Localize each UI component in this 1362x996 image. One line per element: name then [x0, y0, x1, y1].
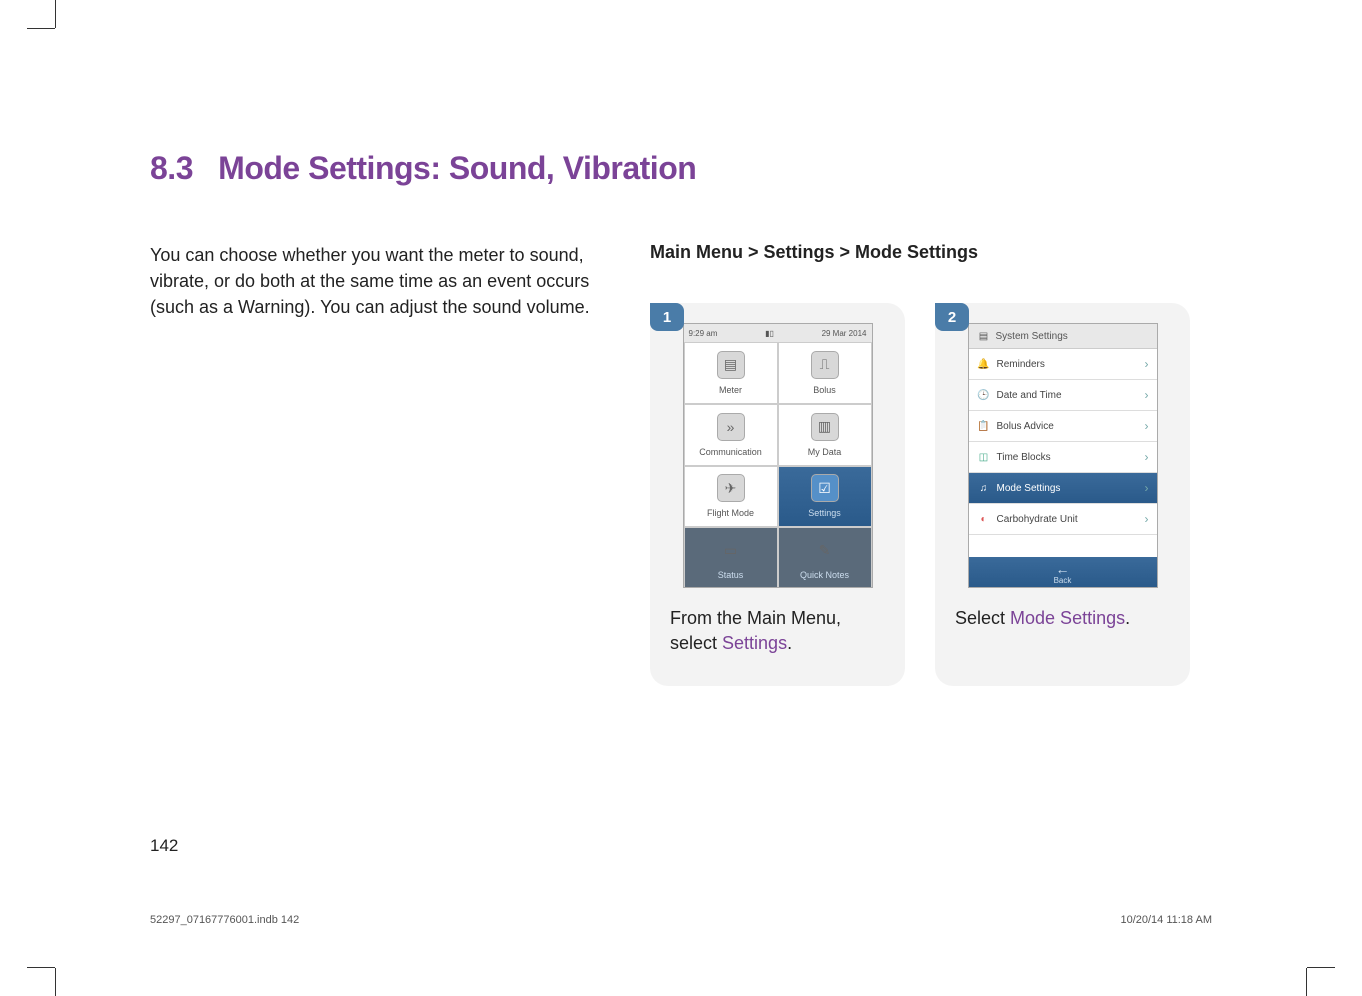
crop-mark: [1306, 968, 1307, 996]
page-number: 142: [150, 836, 178, 856]
chevron-right-icon: ›: [1145, 512, 1149, 526]
grid-label: Settings: [808, 508, 841, 518]
mode-settings-icon: ♫: [977, 481, 991, 495]
grid-cell-communication[interactable]: » Communication: [684, 404, 778, 466]
breadcrumb: Main Menu > Settings > Mode Settings: [650, 242, 1282, 263]
crop-mark: [55, 0, 56, 28]
document-page: 8.3 Mode Settings: Sound, Vibration You …: [80, 50, 1282, 946]
list-item-label: Bolus Advice: [997, 421, 1054, 432]
carbohydrate-unit-icon: ◐: [977, 512, 991, 526]
list-item-label: Reminders: [997, 359, 1045, 370]
screenshot-settings-list: ▤ System Settings 🔔 Reminders › 🕒 Date and T…: [968, 323, 1158, 588]
status-date: 29 Mar 2014: [822, 329, 867, 338]
section-title: 8.3 Mode Settings: Sound, Vibration: [150, 150, 1282, 187]
flight-mode-icon: ✈: [717, 474, 745, 502]
screenshot-main-menu: 9:29 am ▮▯ 29 Mar 2014 ▤ Meter ⎍ Bolus » Comm…: [683, 323, 873, 588]
grid-cell-meter[interactable]: ▤ Meter: [684, 342, 778, 404]
list-item-reminders[interactable]: 🔔 Reminders ›: [969, 349, 1157, 380]
reminders-icon: 🔔: [977, 357, 991, 371]
grid-label: Status: [718, 570, 744, 580]
section-number: 8.3: [150, 150, 193, 186]
my-data-icon: ▥: [811, 413, 839, 441]
chevron-right-icon: ›: [1145, 481, 1149, 495]
chevron-right-icon: ›: [1145, 357, 1149, 371]
status-icon: ▭: [717, 536, 745, 564]
grid-cell-settings[interactable]: ☑ Settings: [778, 466, 872, 528]
grid-label: Quick Notes: [800, 570, 849, 580]
list-header: ▤ System Settings: [969, 324, 1157, 349]
date-and-time-icon: 🕒: [977, 388, 991, 402]
list-item-label: Mode Settings: [997, 483, 1061, 494]
step-caption-1: From the Main Menu, select Settings.: [670, 606, 885, 656]
intro-paragraph: You can choose whether you want the mete…: [150, 242, 620, 686]
footer-filename: 52297_07167776001.indb 142: [150, 914, 299, 926]
step-badge: 2: [935, 303, 969, 331]
settings-icon: ☑: [811, 474, 839, 502]
highlight-settings: Settings: [722, 633, 787, 653]
grid-label: Bolus: [813, 385, 836, 395]
grid-cell-my-data[interactable]: ▥ My Data: [778, 404, 872, 466]
back-arrow-icon: ←: [969, 562, 1157, 576]
footer-datetime: 10/20/14 11:18 AM: [1120, 914, 1212, 926]
status-bar: 9:29 am ▮▯ 29 Mar 2014: [684, 324, 872, 342]
step-badge: 1: [650, 303, 684, 331]
list-item-date-and-time[interactable]: 🕒 Date and Time ›: [969, 380, 1157, 411]
grid-cell-bolus[interactable]: ⎍ Bolus: [778, 342, 872, 404]
list-item-time-blocks[interactable]: ◫ Time Blocks ›: [969, 442, 1157, 473]
quick-notes-icon: ✎: [811, 536, 839, 564]
grid-cell-status[interactable]: ▭ Status: [684, 527, 778, 588]
grid-label: Meter: [719, 385, 742, 395]
step-caption-2: Select Mode Settings.: [955, 606, 1170, 631]
print-footer: 52297_07167776001.indb 142 10/20/14 11:1…: [150, 914, 1212, 926]
meter-icon: ▤: [717, 351, 745, 379]
bolus-icon: ⎍: [811, 351, 839, 379]
list-item-mode-settings[interactable]: ♫ Mode Settings ›: [969, 473, 1157, 504]
list-item-bolus-advice[interactable]: 📋 Bolus Advice ›: [969, 411, 1157, 442]
grid-label: Flight Mode: [707, 508, 754, 518]
grid-cell-flight-mode[interactable]: ✈ Flight Mode: [684, 466, 778, 528]
grid-cell-quick-notes[interactable]: ✎ Quick Notes: [778, 527, 872, 588]
battery-icon: ▮▯: [765, 329, 774, 338]
time-blocks-icon: ◫: [977, 450, 991, 464]
chevron-right-icon: ›: [1145, 419, 1149, 433]
communication-icon: »: [717, 413, 745, 441]
step-panel-2: 2 ▤ System Settings 🔔 Reminders › 🕒 Date and…: [935, 303, 1190, 686]
status-time: 9:29 am: [689, 329, 718, 338]
chevron-right-icon: ›: [1145, 388, 1149, 402]
crop-mark: [55, 968, 56, 996]
back-button[interactable]: ← Back: [969, 557, 1157, 587]
list-item-label: Date and Time: [997, 390, 1062, 401]
highlight-mode-settings: Mode Settings: [1010, 608, 1125, 628]
settings-header-icon: ▤: [977, 329, 991, 343]
step-panel-1: 1 9:29 am ▮▯ 29 Mar 2014 ▤ Meter ⎍ Bolus » Co…: [650, 303, 905, 686]
list-item-label: Time Blocks: [997, 452, 1051, 463]
list-item-label: Carbohydrate Unit: [997, 514, 1078, 525]
section-heading: Mode Settings: Sound, Vibration: [218, 150, 696, 186]
grid-label: Communication: [699, 447, 762, 457]
grid-label: My Data: [808, 447, 842, 457]
bolus-advice-icon: 📋: [977, 419, 991, 433]
chevron-right-icon: ›: [1145, 450, 1149, 464]
list-item-carbohydrate-unit[interactable]: ◐ Carbohydrate Unit ›: [969, 504, 1157, 535]
